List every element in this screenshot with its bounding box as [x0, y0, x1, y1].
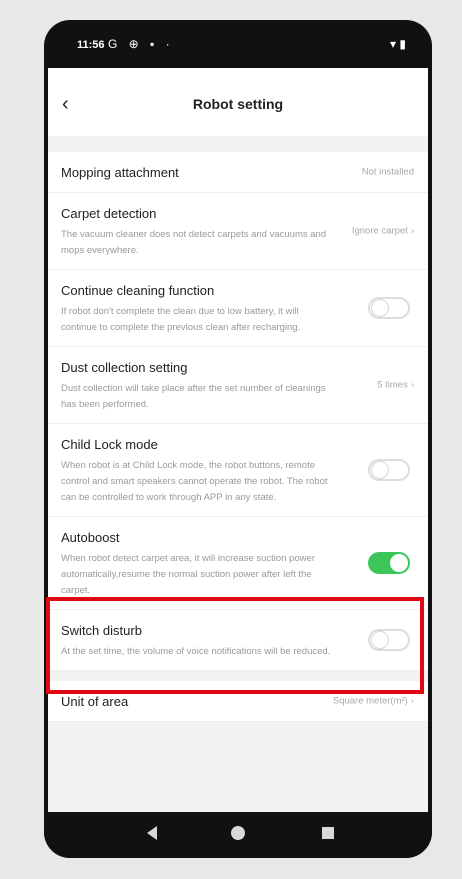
- row-description: When robot is at Child Lock mode, the ro…: [61, 460, 328, 503]
- row-child-lock: Child Lock mode When robot is at Child L…: [48, 424, 428, 517]
- row-dust-collection[interactable]: Dust collection setting Dust collection …: [48, 347, 428, 424]
- toggle-knob: [390, 554, 408, 572]
- row-value: 5 times ›: [377, 379, 414, 391]
- row-description: When robot detect carpet area, it will i…: [61, 553, 315, 596]
- phone-frame: 11:56 G ⊕ ▪ · ▾ ▮ ‹ Robot setting Moppin…: [44, 20, 432, 858]
- row-description: Dust collection will take place after th…: [61, 383, 326, 410]
- nav-back-icon[interactable]: [147, 826, 157, 840]
- settings-list: Mopping attachment Not installed Carpet …: [48, 152, 428, 722]
- row-description: If robot don't complete the clean due to…: [61, 306, 301, 333]
- nav-home-icon[interactable]: [231, 826, 245, 840]
- row-title: Switch disturb: [61, 623, 142, 638]
- toggle-knob: [371, 461, 389, 479]
- child-lock-toggle[interactable]: [368, 459, 410, 481]
- status-time: 11:56: [77, 39, 105, 51]
- continue-cleaning-toggle[interactable]: [368, 297, 410, 319]
- section-divider: [48, 671, 428, 681]
- switch-disturb-toggle[interactable]: [368, 629, 410, 651]
- row-title: Continue cleaning function: [61, 283, 215, 298]
- row-value: Square meter(m²) ›: [332, 695, 414, 707]
- toggle-knob: [371, 299, 389, 317]
- row-carpet-detection[interactable]: Carpet detection The vacuum cleaner does…: [48, 193, 428, 270]
- chevron-right-icon: ›: [410, 695, 414, 707]
- autoboost-toggle[interactable]: [368, 552, 410, 574]
- wifi-battery-icon: ▾ ▮: [390, 37, 406, 51]
- row-value: Ignore carpet ›: [351, 225, 414, 237]
- page-title: Robot setting: [192, 96, 284, 112]
- row-description: The vacuum cleaner does not detect carpe…: [61, 229, 327, 256]
- header: ‹ Robot setting: [48, 68, 428, 136]
- row-switch-disturb: Switch disturb At the set time, the volu…: [48, 610, 428, 671]
- row-description: At the set time, the volume of voice not…: [61, 646, 331, 657]
- row-continue-cleaning: Continue cleaning function If robot don'…: [48, 270, 428, 347]
- row-title: Autoboost: [61, 530, 120, 545]
- row-autoboost: Autoboost When robot detect carpet area,…: [48, 517, 428, 610]
- app-screen: ‹ Robot setting Mopping attachment Not i…: [48, 68, 428, 812]
- toggle-knob: [371, 631, 389, 649]
- android-nav-bar: [44, 812, 432, 858]
- status-bar: 11:56 G ⊕ ▪ · ▾ ▮: [44, 20, 432, 68]
- chevron-right-icon: ›: [410, 225, 414, 237]
- row-title: Child Lock mode: [61, 437, 158, 452]
- row-mopping-attachment[interactable]: Mopping attachment Not installed: [48, 152, 428, 193]
- status-notification-icons: G ⊕ ▪ ·: [108, 37, 174, 51]
- row-title: Dust collection setting: [61, 360, 188, 375]
- chevron-right-icon: ›: [410, 379, 414, 391]
- row-title: Carpet detection: [61, 206, 157, 221]
- row-unit-of-area[interactable]: Unit of area Square meter(m²) ›: [48, 681, 428, 722]
- row-value: Not installed: [361, 166, 414, 178]
- nav-recents-icon[interactable]: [322, 827, 334, 839]
